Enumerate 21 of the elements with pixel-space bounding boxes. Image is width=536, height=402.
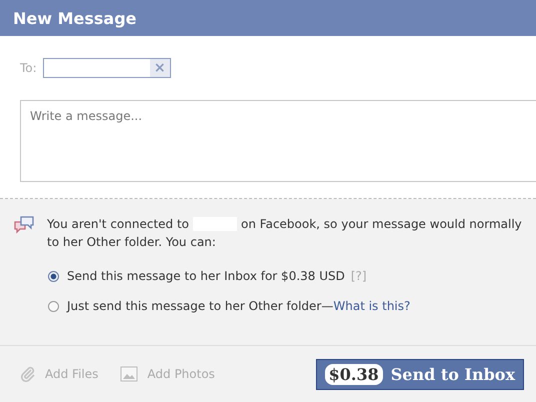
option-label[interactable]: Just send this message to her Other folder—	[67, 299, 334, 313]
send-to-inbox-button[interactable]: $0.38 Send to Inbox	[316, 358, 524, 390]
price-badge: $0.38	[324, 364, 383, 384]
option-label[interactable]: Send this message to her Inbox for $0.38 USD	[67, 269, 345, 283]
what-is-this-link[interactable]: What is this?	[333, 299, 410, 313]
radio-button[interactable]	[48, 270, 59, 282]
to-label: To:	[20, 61, 37, 75]
paperclip-icon	[20, 366, 36, 382]
notice-text: You aren't connected to	[47, 216, 190, 233]
chat-bubbles-icon	[13, 215, 35, 235]
recipient-field[interactable]: ×	[42, 58, 171, 78]
window-title: New Message	[13, 8, 137, 28]
add-files-button[interactable]: Add Files	[20, 366, 98, 382]
add-photos-button[interactable]: Add Photos	[120, 366, 215, 382]
radio-button[interactable]	[48, 300, 59, 312]
message-field[interactable]: Write a message...	[20, 100, 536, 182]
notice-text: on Facebook, so your message would normally	[241, 216, 522, 233]
help-link[interactable]: [?]	[350, 269, 367, 283]
clear-button[interactable]: ×	[150, 59, 170, 77]
notice-text: to her Other folder. You can:	[47, 234, 217, 251]
photo-icon	[120, 366, 138, 382]
